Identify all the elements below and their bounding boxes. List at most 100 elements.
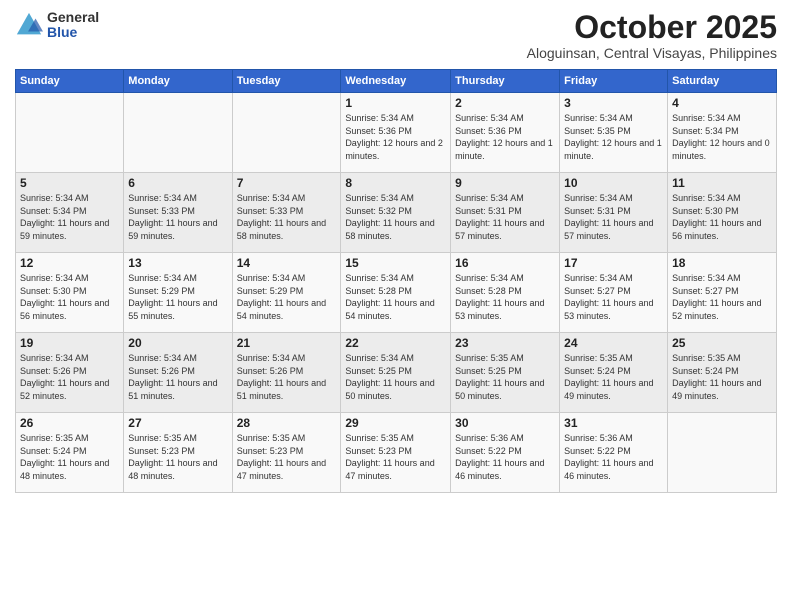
calendar-body: 1Sunrise: 5:34 AMSunset: 5:36 PMDaylight… [16,93,777,493]
weekday-header-row: SundayMondayTuesdayWednesdayThursdayFrid… [16,70,777,93]
logo-icon [15,11,43,39]
day-number: 27 [128,416,227,430]
calendar-cell: 24 Sunrise: 5:35 AMSunset: 5:24 PMDayligh… [560,333,668,413]
calendar-cell: 9 Sunrise: 5:34 AMSunset: 5:31 PMDaylight… [451,173,560,253]
day-info: Sunrise: 5:34 AMSunset: 5:36 PMDaylight:… [455,112,555,162]
day-number: 12 [20,256,119,270]
weekday-header-saturday: Saturday [668,70,777,93]
day-number: 21 [237,336,337,350]
day-info: Sunrise: 5:34 AMSunset: 5:29 PMDaylight:… [237,272,337,322]
day-info: Sunrise: 5:34 AMSunset: 5:26 PMDaylight:… [128,352,227,402]
day-number: 30 [455,416,555,430]
day-number: 8 [345,176,446,190]
day-info: Sunrise: 5:34 AMSunset: 5:30 PMDaylight:… [672,192,772,242]
day-info: Sunrise: 5:35 AMSunset: 5:23 PMDaylight:… [237,432,337,482]
day-number: 10 [564,176,663,190]
logo: General Blue [15,10,99,41]
calendar-cell: 19Sunrise: 5:34 AMSunset: 5:26 PMDayligh… [16,333,124,413]
day-number: 29 [345,416,446,430]
month-title: October 2025 [527,10,777,45]
day-info: Sunrise: 5:34 AMSunset: 5:31 PMDaylight:… [455,192,555,242]
weekday-header-monday: Monday [124,70,232,93]
calendar-cell: 11Sunrise: 5:34 AMSunset: 5:30 PMDayligh… [668,173,777,253]
day-info: Sunrise: 5:34 AMSunset: 5:30 PMDaylight:… [20,272,119,322]
calendar-cell: 8 Sunrise: 5:34 AMSunset: 5:32 PMDaylight… [341,173,451,253]
calendar-cell: 30 Sunrise: 5:36 AMSunset: 5:22 PMDayligh… [451,413,560,493]
day-info: Sunrise: 5:34 AMSunset: 5:36 PMDaylight:… [345,112,446,162]
day-info: Sunrise: 5:34 AMSunset: 5:28 PMDaylight:… [455,272,555,322]
day-info: Sunrise: 5:34 AMSunset: 5:26 PMDaylight:… [237,352,337,402]
day-number: 2 [455,96,555,110]
day-number: 5 [20,176,119,190]
weekday-header-tuesday: Tuesday [232,70,341,93]
day-number: 25 [672,336,772,350]
calendar-cell: 28Sunrise: 5:35 AMSunset: 5:23 PMDayligh… [232,413,341,493]
calendar-week-2: 5Sunrise: 5:34 AMSunset: 5:34 PMDaylight… [16,173,777,253]
day-info: Sunrise: 5:35 AMSunset: 5:24 PMDaylight:… [20,432,119,482]
day-info: Sunrise: 5:34 AMSunset: 5:32 PMDaylight:… [345,192,446,242]
calendar-week-1: 1Sunrise: 5:34 AMSunset: 5:36 PMDaylight… [16,93,777,173]
day-info: Sunrise: 5:34 AMSunset: 5:31 PMDaylight:… [564,192,663,242]
calendar-cell: 17Sunrise: 5:34 AMSunset: 5:27 PMDayligh… [560,253,668,333]
calendar-cell: 26 Sunrise: 5:35 AMSunset: 5:24 PMDayligh… [16,413,124,493]
day-info: Sunrise: 5:34 AMSunset: 5:33 PMDaylight:… [237,192,337,242]
calendar-cell: 7 Sunrise: 5:34 AMSunset: 5:33 PMDaylight… [232,173,341,253]
calendar-cell: 2 Sunrise: 5:34 AMSunset: 5:36 PMDaylight… [451,93,560,173]
calendar-cell: 5Sunrise: 5:34 AMSunset: 5:34 PMDaylight… [16,173,124,253]
day-info: Sunrise: 5:35 AMSunset: 5:23 PMDaylight:… [128,432,227,482]
day-number: 7 [237,176,337,190]
day-info: Sunrise: 5:34 AMSunset: 5:26 PMDaylight:… [20,352,119,402]
day-number: 15 [345,256,446,270]
header: General Blue October 2025 Aloguinsan, Ce… [15,10,777,61]
calendar-cell: 29 Sunrise: 5:35 AMSunset: 5:23 PMDayligh… [341,413,451,493]
calendar-cell: 4Sunrise: 5:34 AMSunset: 5:34 PMDaylight… [668,93,777,173]
day-number: 24 [564,336,663,350]
calendar-cell: 1Sunrise: 5:34 AMSunset: 5:36 PMDaylight… [341,93,451,173]
logo-text: General Blue [47,10,99,41]
day-number: 16 [455,256,555,270]
calendar-cell: 23Sunrise: 5:35 AMSunset: 5:25 PMDayligh… [451,333,560,413]
day-info: Sunrise: 5:35 AMSunset: 5:25 PMDaylight:… [455,352,555,402]
day-number: 6 [128,176,227,190]
logo-general-text: General [47,10,99,25]
day-number: 3 [564,96,663,110]
calendar-cell: 16 Sunrise: 5:34 AMSunset: 5:28 PMDayligh… [451,253,560,333]
calendar-week-3: 12 Sunrise: 5:34 AMSunset: 5:30 PMDayligh… [16,253,777,333]
day-number: 26 [20,416,119,430]
day-info: Sunrise: 5:34 AMSunset: 5:25 PMDaylight:… [345,352,446,402]
calendar-cell: 20 Sunrise: 5:34 AMSunset: 5:26 PMDayligh… [124,333,232,413]
calendar-cell: 13Sunrise: 5:34 AMSunset: 5:29 PMDayligh… [124,253,232,333]
calendar-week-4: 19Sunrise: 5:34 AMSunset: 5:26 PMDayligh… [16,333,777,413]
day-info: Sunrise: 5:34 AMSunset: 5:35 PMDaylight:… [564,112,663,162]
day-number: 18 [672,256,772,270]
calendar-cell: 18Sunrise: 5:34 AMSunset: 5:27 PMDayligh… [668,253,777,333]
day-info: Sunrise: 5:35 AMSunset: 5:23 PMDaylight:… [345,432,446,482]
calendar-cell: 31Sunrise: 5:36 AMSunset: 5:22 PMDayligh… [560,413,668,493]
calendar-table: SundayMondayTuesdayWednesdayThursdayFrid… [15,69,777,493]
weekday-header-wednesday: Wednesday [341,70,451,93]
calendar-cell [124,93,232,173]
day-number: 9 [455,176,555,190]
location-subtitle: Aloguinsan, Central Visayas, Philippines [527,45,777,61]
day-info: Sunrise: 5:35 AMSunset: 5:24 PMDaylight:… [564,352,663,402]
day-number: 20 [128,336,227,350]
calendar-cell: 12 Sunrise: 5:34 AMSunset: 5:30 PMDayligh… [16,253,124,333]
calendar-cell: 22Sunrise: 5:34 AMSunset: 5:25 PMDayligh… [341,333,451,413]
calendar-cell: 6 Sunrise: 5:34 AMSunset: 5:33 PMDaylight… [124,173,232,253]
day-number: 4 [672,96,772,110]
logo-blue-text: Blue [47,25,99,40]
title-section: October 2025 Aloguinsan, Central Visayas… [527,10,777,61]
day-number: 17 [564,256,663,270]
calendar-cell: 10 Sunrise: 5:34 AMSunset: 5:31 PMDayligh… [560,173,668,253]
day-info: Sunrise: 5:34 AMSunset: 5:33 PMDaylight:… [128,192,227,242]
calendar-cell [16,93,124,173]
day-number: 13 [128,256,227,270]
day-info: Sunrise: 5:36 AMSunset: 5:22 PMDaylight:… [455,432,555,482]
calendar-cell: 27 Sunrise: 5:35 AMSunset: 5:23 PMDayligh… [124,413,232,493]
day-info: Sunrise: 5:36 AMSunset: 5:22 PMDaylight:… [564,432,663,482]
page: General Blue October 2025 Aloguinsan, Ce… [0,0,792,612]
weekday-header-thursday: Thursday [451,70,560,93]
calendar-cell: 21 Sunrise: 5:34 AMSunset: 5:26 PMDayligh… [232,333,341,413]
calendar-week-5: 26 Sunrise: 5:35 AMSunset: 5:24 PMDayligh… [16,413,777,493]
weekday-header-friday: Friday [560,70,668,93]
